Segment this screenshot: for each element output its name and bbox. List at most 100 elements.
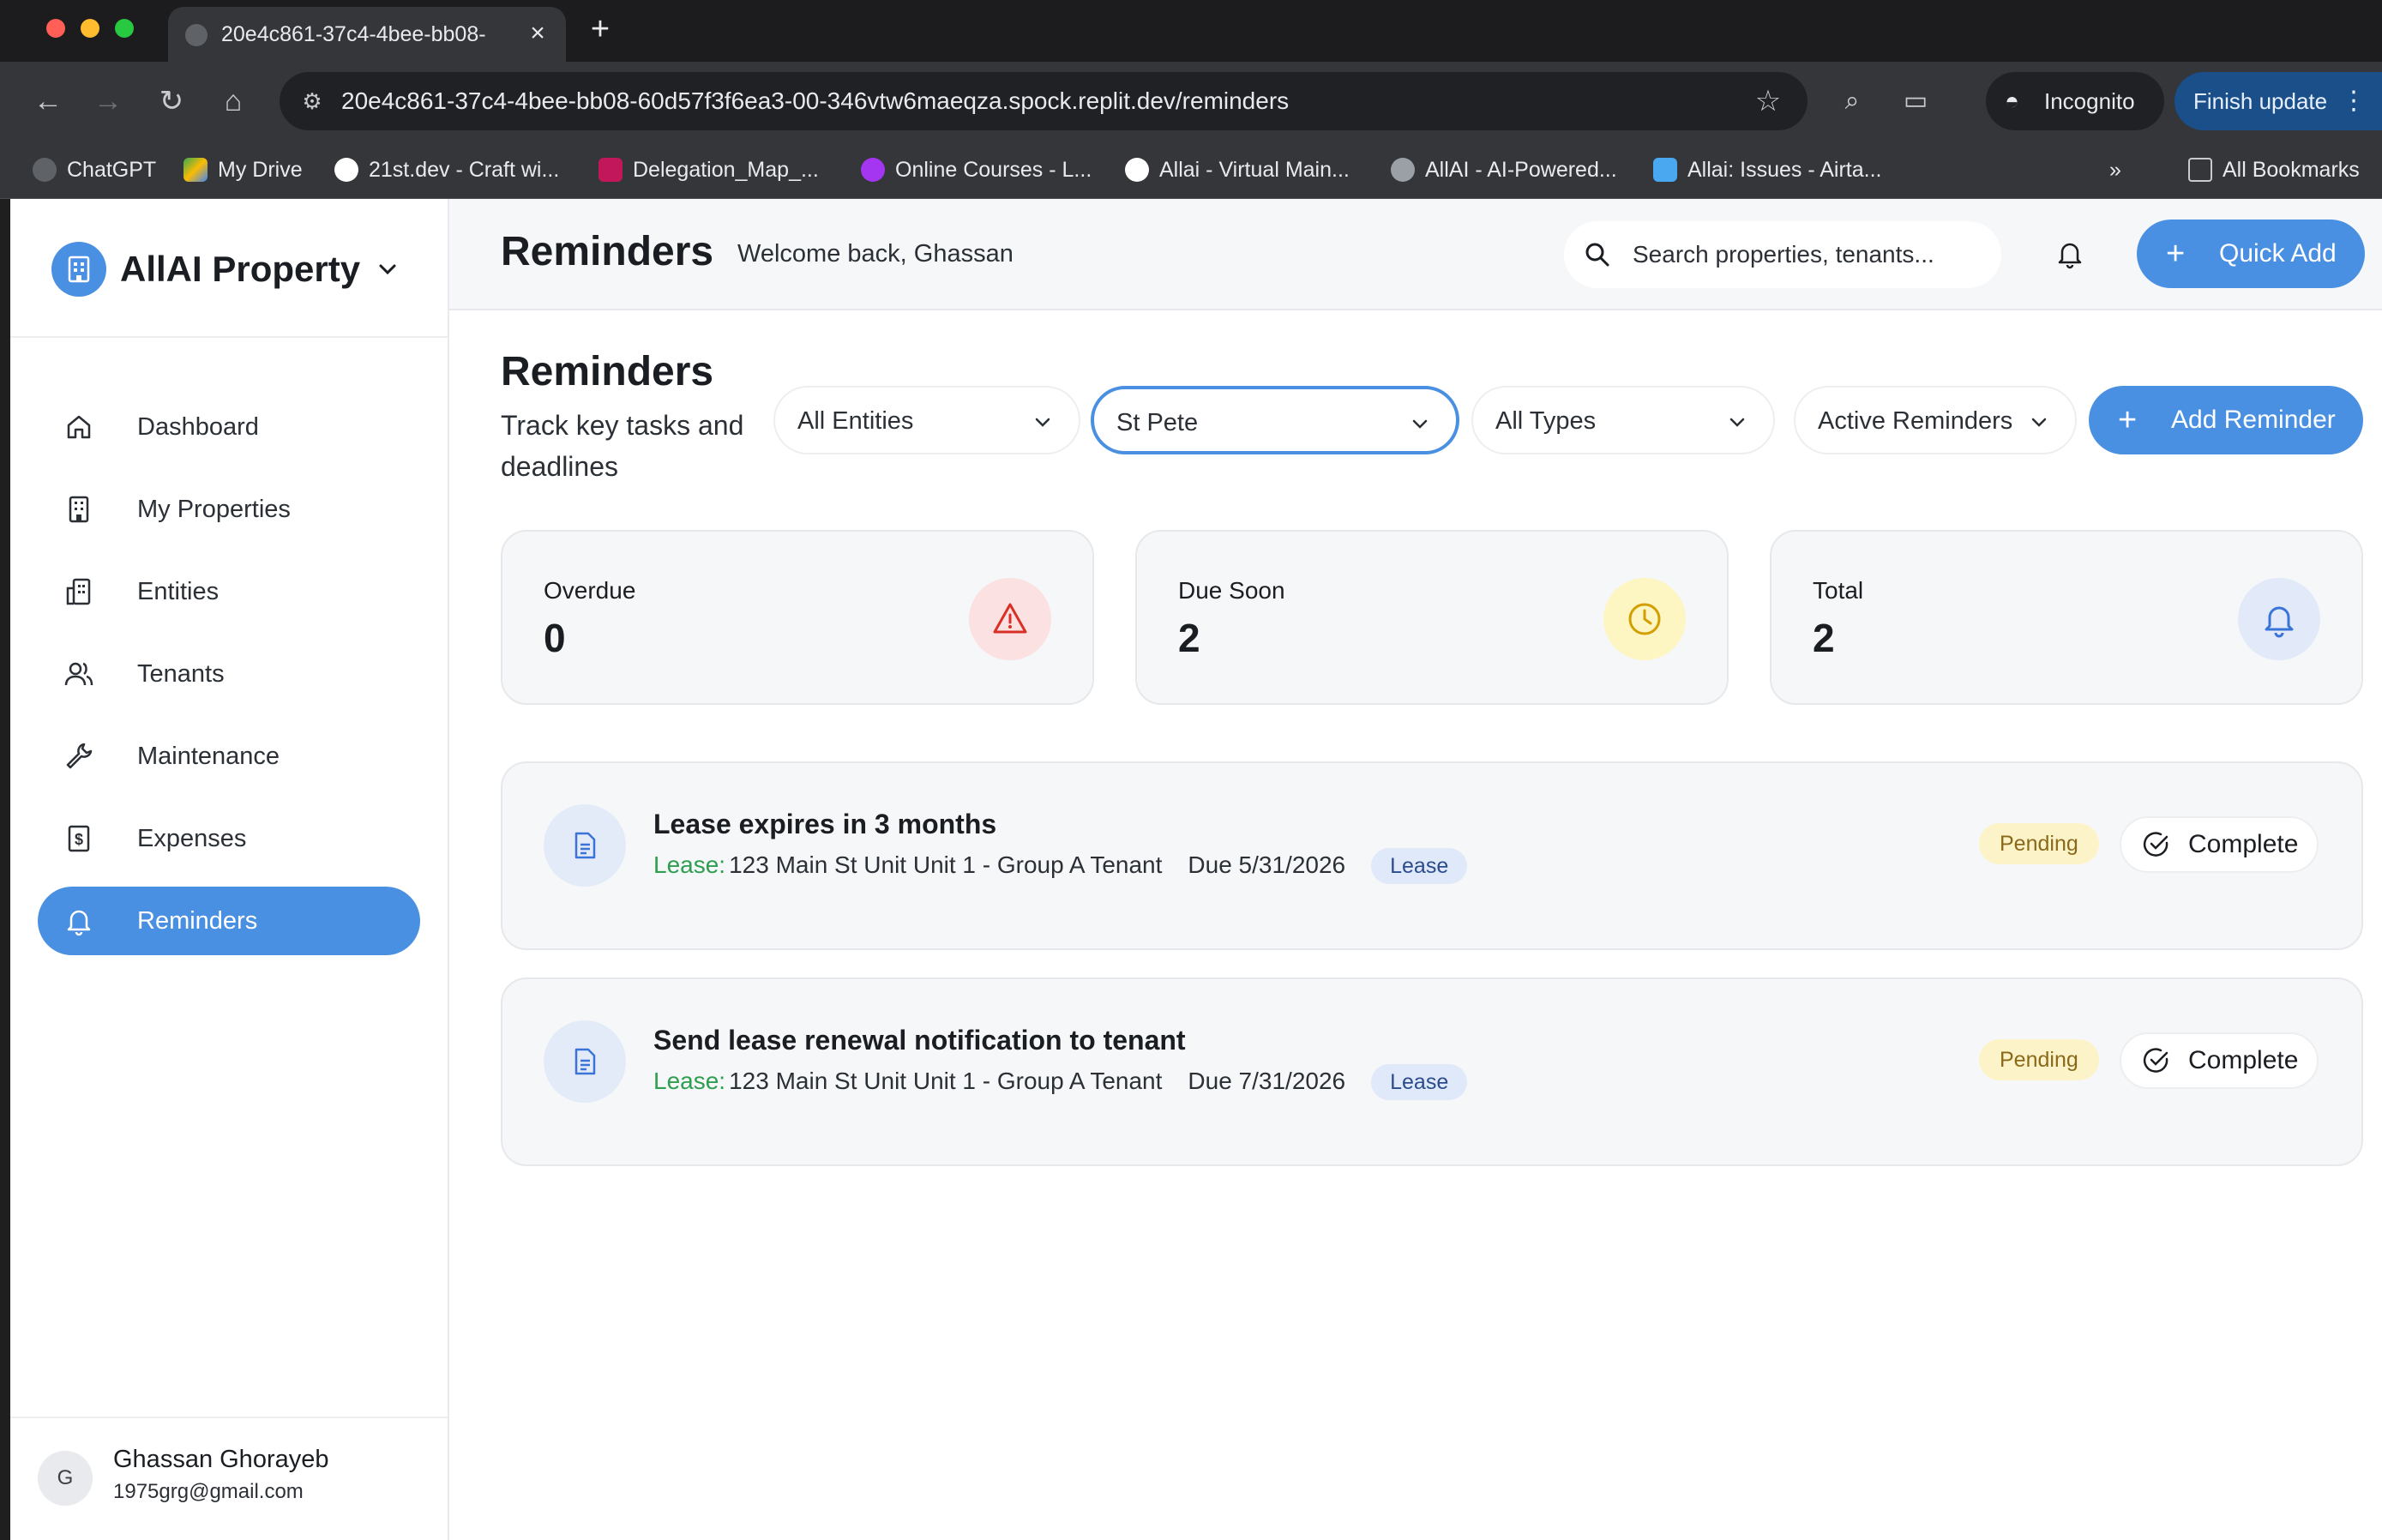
complete-button[interactable]: Complete [2120,816,2319,873]
reminder-card[interactable]: Send lease renewal notification to tenan… [501,978,2363,1166]
clock-icon [1628,603,1661,635]
section-title: Reminders [501,349,714,394]
bookmark-item[interactable]: Online Courses - L... [861,154,1092,185]
reminder-tag: Lease [1371,848,1468,884]
sidebar-item-label: Expenses [137,825,247,852]
bookmark-item[interactable]: AllAI - AI-Powered... [1391,154,1617,185]
address-bar[interactable]: ⚙ 20e4c861-37c4-4bee-bb08-60d57f3f6ea3-0… [280,72,1808,130]
reminder-meta: Lease: 123 Main St Unit Unit 1 - Group A … [653,847,1468,884]
close-tab-icon[interactable]: × [523,19,552,48]
reminder-meta: Lease: 123 Main St Unit Unit 1 - Group A … [653,1063,1468,1100]
plus-icon: + [2166,236,2186,272]
bookmark-label: ChatGPT [67,158,157,182]
brand-name: AllAI Property [120,249,361,289]
stat-label: Due Soon [1178,577,1285,604]
minimize-window-button[interactable] [81,19,99,38]
reminder-type-label: Lease: [653,1068,726,1094]
new-tab-button[interactable]: + [583,12,617,46]
reminder-title: Send lease renewal notification to tenan… [653,1025,1186,1056]
complete-button[interactable]: Complete [2120,1032,2319,1089]
receipt-icon: $ [68,825,90,852]
chevron-down-icon [1729,418,1745,427]
building-icon [69,496,89,523]
home-icon[interactable]: ⌂ [213,81,254,122]
sidebar-item-expenses[interactable]: $ Expenses [38,804,420,873]
stat-value: 2 [1813,616,1835,660]
back-icon[interactable]: ← [27,81,69,122]
notifications-bell-icon[interactable] [2053,237,2087,271]
bookmark-label: AllAI - AI-Powered... [1425,158,1617,182]
reminder-tag: Lease [1371,1064,1468,1100]
search-input[interactable]: Search properties, tenants... [1564,221,2001,288]
reminder-property: 123 Main St Unit Unit 1 - Group A Tenant [729,1068,1163,1094]
sidebar-item-maintenance[interactable]: Maintenance [38,722,420,791]
bell-icon [67,910,91,936]
brand-switcher[interactable]: AllAI Property [10,199,448,338]
finish-update-button[interactable]: Finish update ⋮ [2174,72,2382,130]
bookmarks-bar: ChatGPT My Drive 21st.dev - Craft wi... … [0,142,2382,199]
status-filter-select[interactable]: Active Reminders [1794,386,2077,454]
maximize-window-button[interactable] [115,19,134,38]
cast-icon[interactable]: ▭ [1895,81,1936,122]
chevron-down-icon [1035,418,1050,427]
property-filter-select[interactable]: St Pete [1091,386,1459,454]
add-reminder-button[interactable]: + Add Reminder [2089,386,2363,454]
reminder-property: 123 Main St Unit Unit 1 - Group A Tenant [729,851,1163,878]
sidebar-item-entities[interactable]: Entities [38,557,420,626]
bookmark-label: 21st.dev - Craft wi... [369,158,560,182]
main-content: Reminders Track key tasks and deadlines … [449,310,2382,1540]
reminder-icon-badge [544,804,626,887]
tab-title: 20e4c861-37c4-4bee-bb08- [221,22,486,46]
reminder-card[interactable]: Lease expires in 3 months Lease: 123 Main… [501,761,2363,950]
bookmark-item[interactable]: ChatGPT [33,154,156,185]
close-window-button[interactable] [46,19,65,38]
sidebar-item-reminders[interactable]: Reminders [38,887,420,955]
all-bookmarks-button[interactable]: All Bookmarks [2188,154,2360,185]
browser-tab[interactable]: 20e4c861-37c4-4bee-bb08- × [168,7,566,62]
bell-icon [2265,606,2294,638]
google-drive-icon [183,158,208,182]
sidebar-item-label: Entities [137,578,220,605]
check-circle-icon [2143,1048,2168,1073]
document-icon [574,1048,596,1075]
sidebar-item-tenants[interactable]: Tenants [38,640,420,708]
bookmark-label: Online Courses - L... [895,158,1092,182]
users-icon [64,662,93,686]
document-icon [574,832,596,859]
quick-add-button[interactable]: + Quick Add [2137,220,2365,288]
sidebar-item-dashboard[interactable]: Dashboard [38,393,420,461]
bookmarks-overflow-icon[interactable]: » [2109,154,2121,185]
site-info-icon[interactable]: ⚙ [295,84,329,118]
app-root: AllAI Property Dashboard My Properties E… [10,199,2382,1540]
types-filter-select[interactable]: All Types [1471,386,1775,454]
bookmark-star-icon[interactable]: ☆ [1749,82,1787,120]
search-icon [1585,243,1609,267]
bookmark-item[interactable]: My Drive [183,154,303,185]
sidebar-item-my-properties[interactable]: My Properties [38,475,420,544]
search-placeholder: Search properties, tenants... [1633,241,1934,268]
entities-filter-select[interactable]: All Entities [773,386,1080,454]
stat-card-due-soon: Due Soon 2 [1135,530,1729,705]
bookmark-item[interactable]: 21st.dev - Craft wi... [334,154,559,185]
quick-add-label: Quick Add [2219,239,2337,268]
forward-icon[interactable]: → [87,81,129,122]
user-profile[interactable]: G Ghassan Ghorayeb 1975grg@gmail.com [10,1417,448,1540]
bookmark-item[interactable]: Delegation_Map_... [599,154,819,185]
reminder-title: Lease expires in 3 months [653,809,997,839]
bookmark-item[interactable]: Allai - Virtual Main... [1125,154,1350,185]
globe-icon [185,24,208,46]
incognito-badge[interactable]: ◓ Incognito [1986,72,2164,130]
chatgpt-icon [33,158,57,182]
folder-icon [2188,158,2212,182]
bookmark-label: Allai: Issues - Airta... [1687,158,1882,182]
reload-icon[interactable]: ↻ [151,81,192,122]
page-title: Reminders [501,229,714,274]
url-text: 20e4c861-37c4-4bee-bb08-60d57f3f6ea3-00-… [341,87,1290,114]
lens-search-icon[interactable]: ⌕ [1832,81,1873,122]
bookmark-item[interactable]: Allai: Issues - Airta... [1653,154,1881,185]
stat-value: 2 [1178,616,1200,660]
more-menu-icon[interactable]: ⋮ [2341,72,2367,130]
home-icon [67,415,91,439]
sidebar-item-label: My Properties [137,496,291,523]
all-bookmarks-label: All Bookmarks [2223,158,2360,182]
